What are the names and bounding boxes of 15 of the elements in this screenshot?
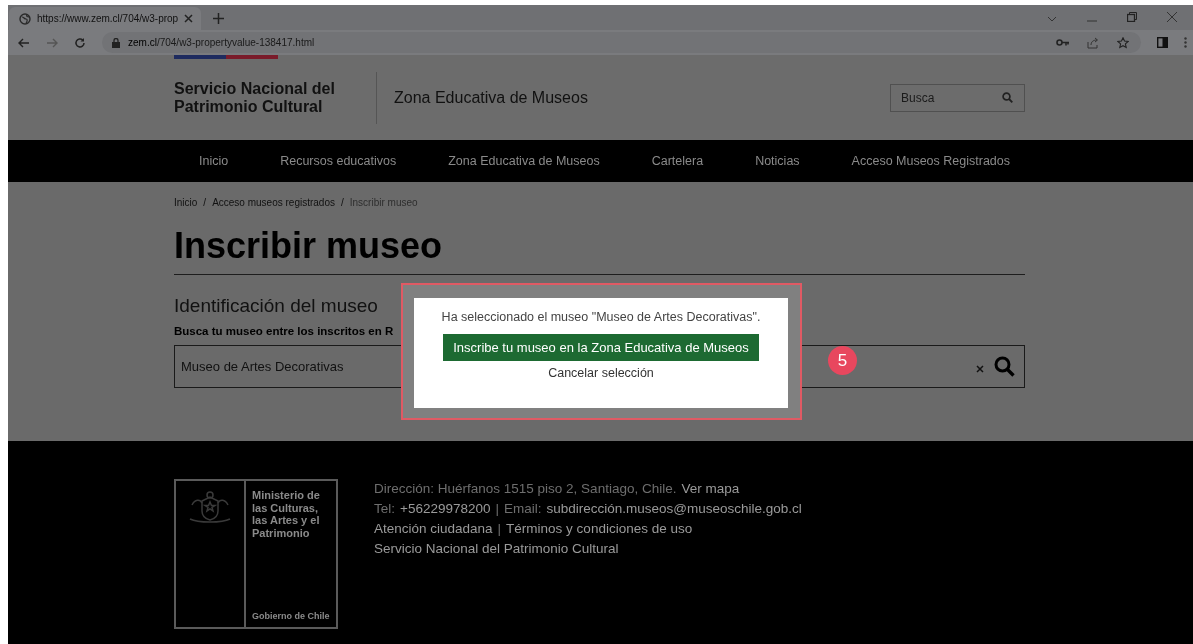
- ministry-name: Ministerio de las Culturas, las Artes y el Patrimonio: [252, 489, 321, 539]
- section-title: Identificación del museo: [174, 295, 378, 317]
- page-title: Inscribir museo: [174, 224, 444, 268]
- footer-text: Dirección: Huérfanos 1515 piso 2, Santiago, Chile.: [374, 480, 677, 498]
- separator: |: [497, 520, 502, 538]
- footer-text: Tel:: [374, 500, 395, 518]
- separator: |: [495, 500, 499, 518]
- government-name: Gobierno de Chile: [252, 611, 331, 621]
- url-text: zem.cl/704/w3-propertyvalue-138417.html: [128, 37, 315, 48]
- dialog-message: Ha seleccionado el museo "Museo de Artes Decorativas".: [441, 310, 761, 324]
- footer-text: Email:: [504, 500, 542, 518]
- breadcrumb-separator: /: [341, 197, 344, 208]
- field-label: Busca tu museo entre los inscritos en R: [174, 325, 394, 337]
- tab-title: https://www.zem.cl/704/w3-prop: [37, 13, 179, 24]
- breadcrumb-separator: /: [203, 197, 207, 208]
